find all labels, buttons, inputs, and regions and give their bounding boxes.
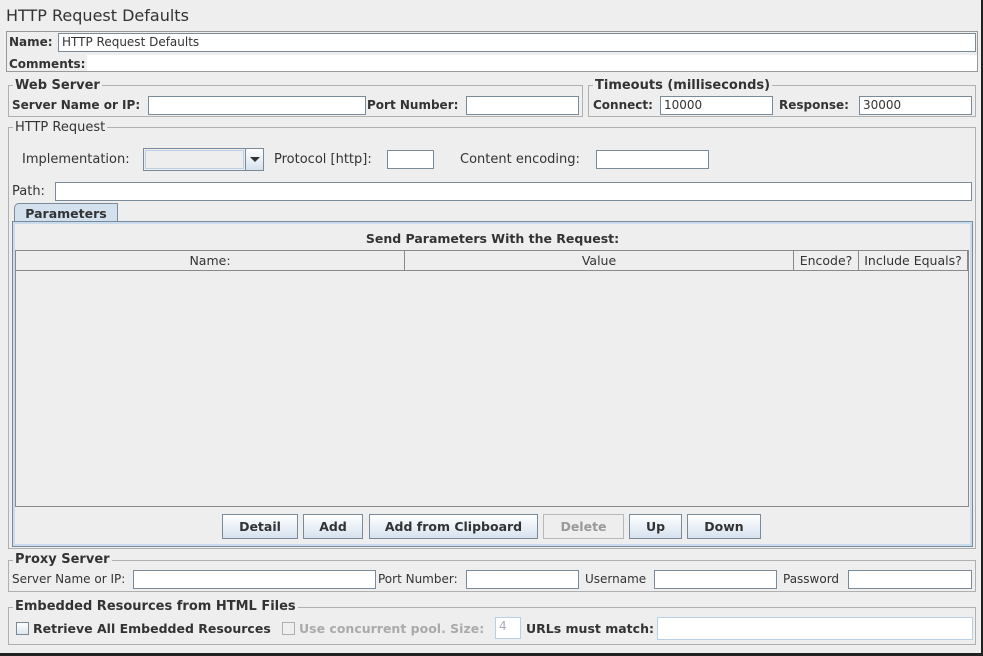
retrieve-embedded-checkbox[interactable] <box>16 622 29 635</box>
proxy-password-field[interactable] <box>848 570 972 589</box>
proxy-username-label: Username <box>585 572 647 586</box>
server-name-field[interactable] <box>148 96 366 115</box>
web-server-legend: Web Server <box>13 78 102 93</box>
port-number-field[interactable] <box>466 96 579 115</box>
parameters-table[interactable] <box>15 250 969 507</box>
up-button[interactable]: Up <box>629 514 682 539</box>
tab-parameters[interactable]: Parameters <box>14 203 118 223</box>
parameters-heading: Send Parameters With the Request: <box>365 231 620 246</box>
path-label: Path: <box>12 184 45 199</box>
comments-field[interactable] <box>87 55 977 71</box>
implementation-label: Implementation: <box>22 152 130 167</box>
proxy-server-legend: Proxy Server <box>13 552 112 567</box>
detail-button[interactable]: Detail <box>222 514 298 539</box>
proxy-server-name-field[interactable] <box>133 570 376 589</box>
proxy-server-name-label: Server Name or IP: <box>12 572 126 586</box>
retrieve-embedded-label: Retrieve All Embedded Resources <box>33 621 271 636</box>
protocol-label: Protocol [http]: <box>274 152 372 167</box>
response-timeout-field[interactable]: 30000 <box>859 96 972 115</box>
urls-must-match-field[interactable] <box>657 617 973 640</box>
server-name-label: Server Name or IP: <box>12 98 141 112</box>
column-header-encode[interactable]: Encode? <box>793 250 859 271</box>
column-header-name[interactable]: Name: <box>15 250 405 271</box>
add-from-clipboard-button[interactable]: Add from Clipboard <box>369 514 538 539</box>
content-encoding-label: Content encoding: <box>460 152 580 167</box>
protocol-field[interactable] <box>387 150 434 169</box>
column-header-value[interactable]: Value <box>404 250 794 271</box>
proxy-port-label: Port Number: <box>378 572 458 586</box>
implementation-value <box>145 150 244 169</box>
concurrent-pool-label: Use concurrent pool. Size: <box>299 621 485 636</box>
add-button[interactable]: Add <box>303 514 363 539</box>
chevron-down-icon <box>249 157 260 162</box>
dropdown-arrow-button[interactable] <box>245 149 263 170</box>
name-field[interactable]: HTTP Request Defaults <box>58 33 976 52</box>
page-title: HTTP Request Defaults <box>6 6 189 25</box>
proxy-port-field[interactable] <box>466 570 579 589</box>
down-button[interactable]: Down <box>687 514 761 539</box>
concurrent-pool-checkbox[interactable] <box>282 622 295 635</box>
proxy-password-label: Password <box>783 572 840 586</box>
column-header-include-equals[interactable]: Include Equals? <box>858 250 968 271</box>
proxy-username-field[interactable] <box>654 570 777 589</box>
timeouts-legend: Timeouts (milliseconds) <box>593 78 773 93</box>
http-request-legend: HTTP Request <box>13 120 108 135</box>
connect-label: Connect: <box>593 98 653 112</box>
port-number-label: Port Number: <box>367 98 459 112</box>
connect-timeout-field[interactable]: 10000 <box>660 96 773 115</box>
response-label: Response: <box>779 98 849 112</box>
comments-label: Comments: <box>9 57 86 71</box>
content-encoding-field[interactable] <box>596 150 709 169</box>
urls-must-match-label: URLs must match: <box>526 621 654 636</box>
name-label: Name: <box>9 35 53 49</box>
path-field[interactable] <box>55 182 972 201</box>
pool-size-field[interactable]: 4 <box>495 617 521 639</box>
implementation-dropdown[interactable] <box>143 148 264 171</box>
delete-button[interactable]: Delete <box>543 514 624 539</box>
embedded-resources-legend: Embedded Resources from HTML Files <box>13 599 298 614</box>
